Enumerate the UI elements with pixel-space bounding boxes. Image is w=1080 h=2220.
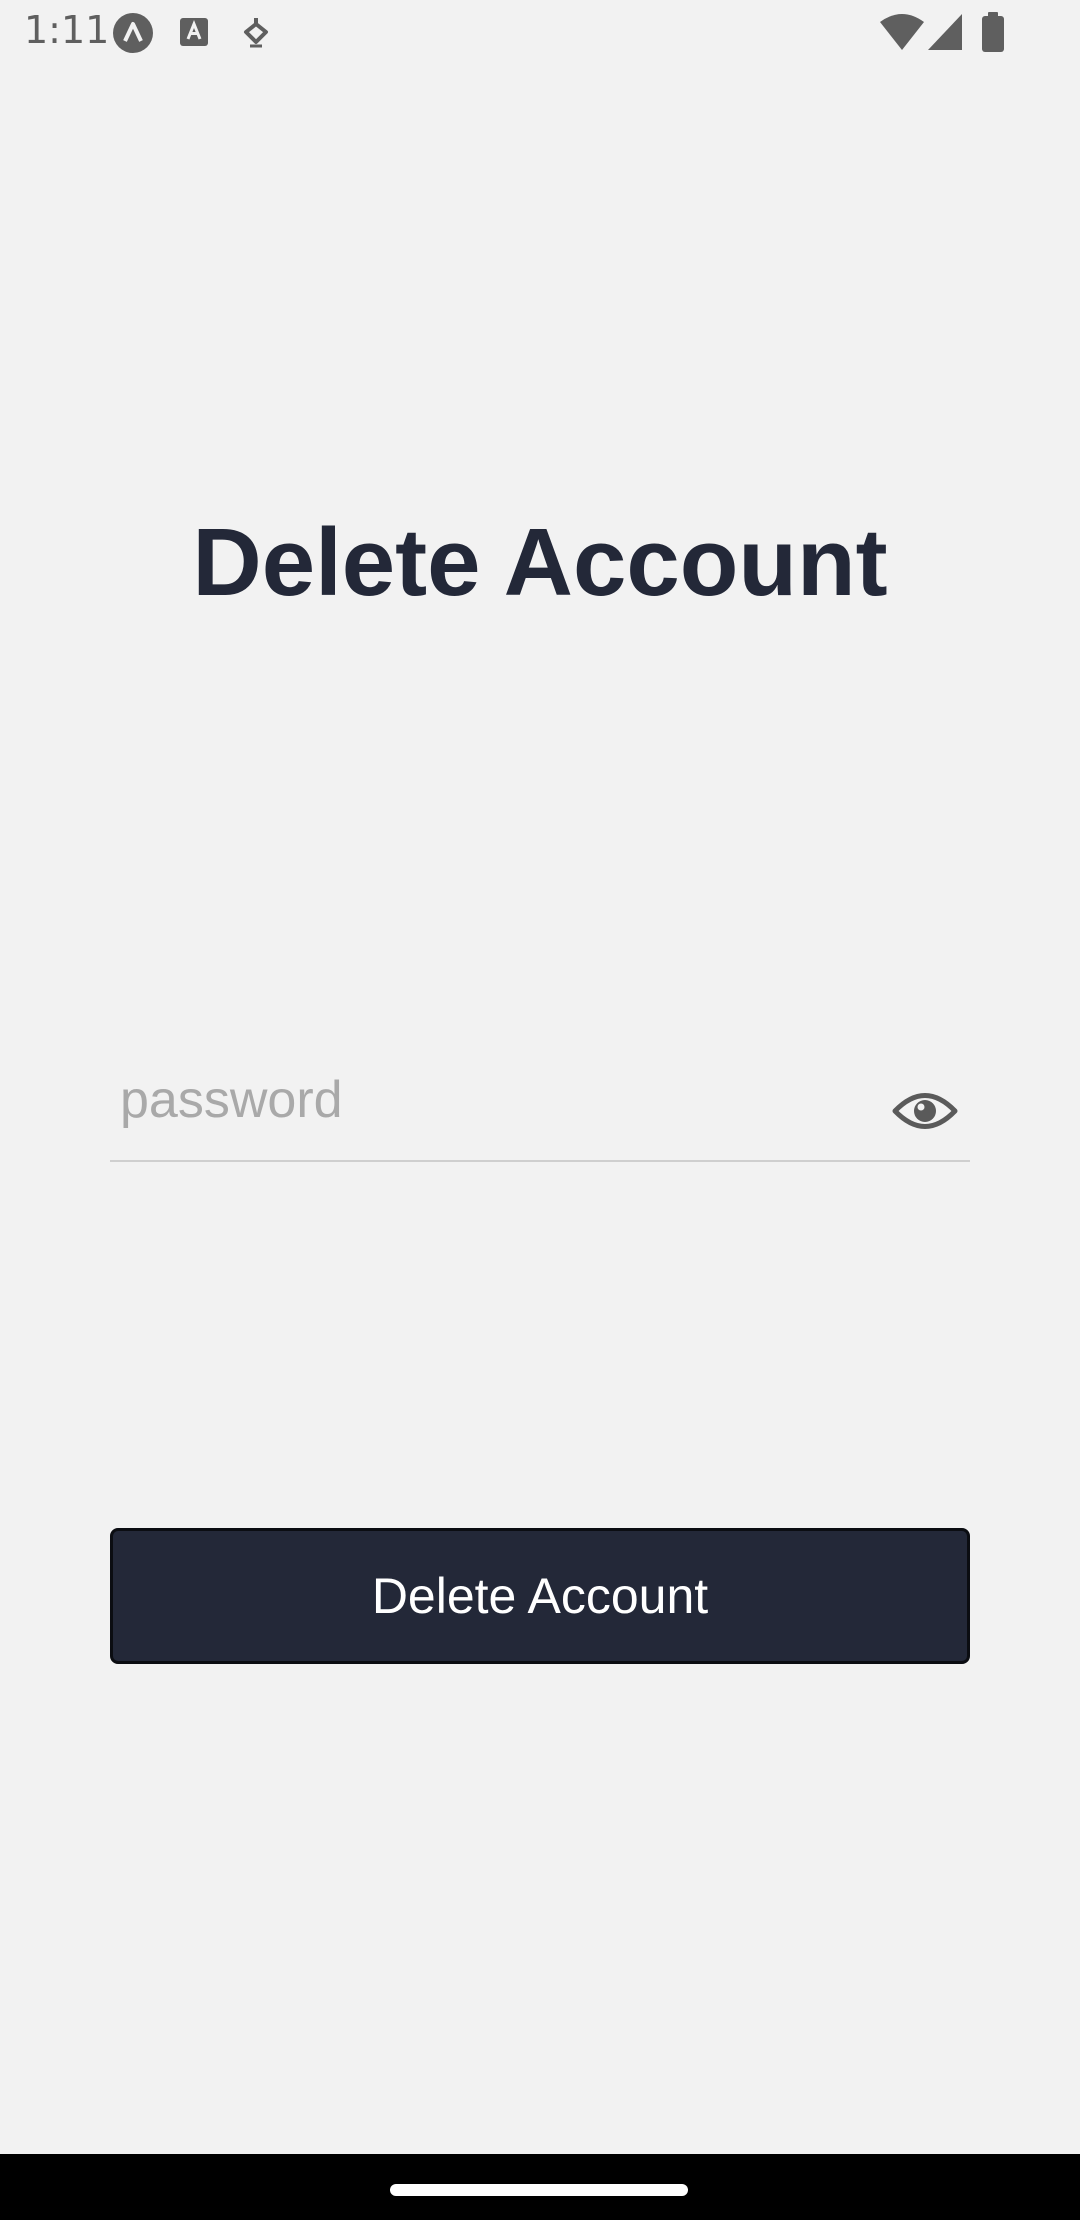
cellular-signal-icon — [928, 14, 962, 55]
password-input[interactable] — [120, 1060, 880, 1140]
navigation-bar — [0, 2154, 1080, 2220]
password-field — [110, 1060, 970, 1162]
battery-icon — [982, 12, 1004, 57]
delete-account-button[interactable]: Delete Account — [110, 1528, 970, 1664]
eye-icon[interactable] — [892, 1088, 958, 1134]
status-time: 1:11 — [24, 8, 110, 52]
home-indicator[interactable] — [390, 2184, 688, 2196]
status-bar: 1:11 — [0, 0, 1080, 64]
app-a-icon — [112, 12, 154, 59]
download-icon — [242, 16, 270, 53]
page-title: Delete Account — [192, 509, 888, 616]
font-a-icon — [180, 18, 208, 51]
wifi-icon — [880, 14, 924, 55]
